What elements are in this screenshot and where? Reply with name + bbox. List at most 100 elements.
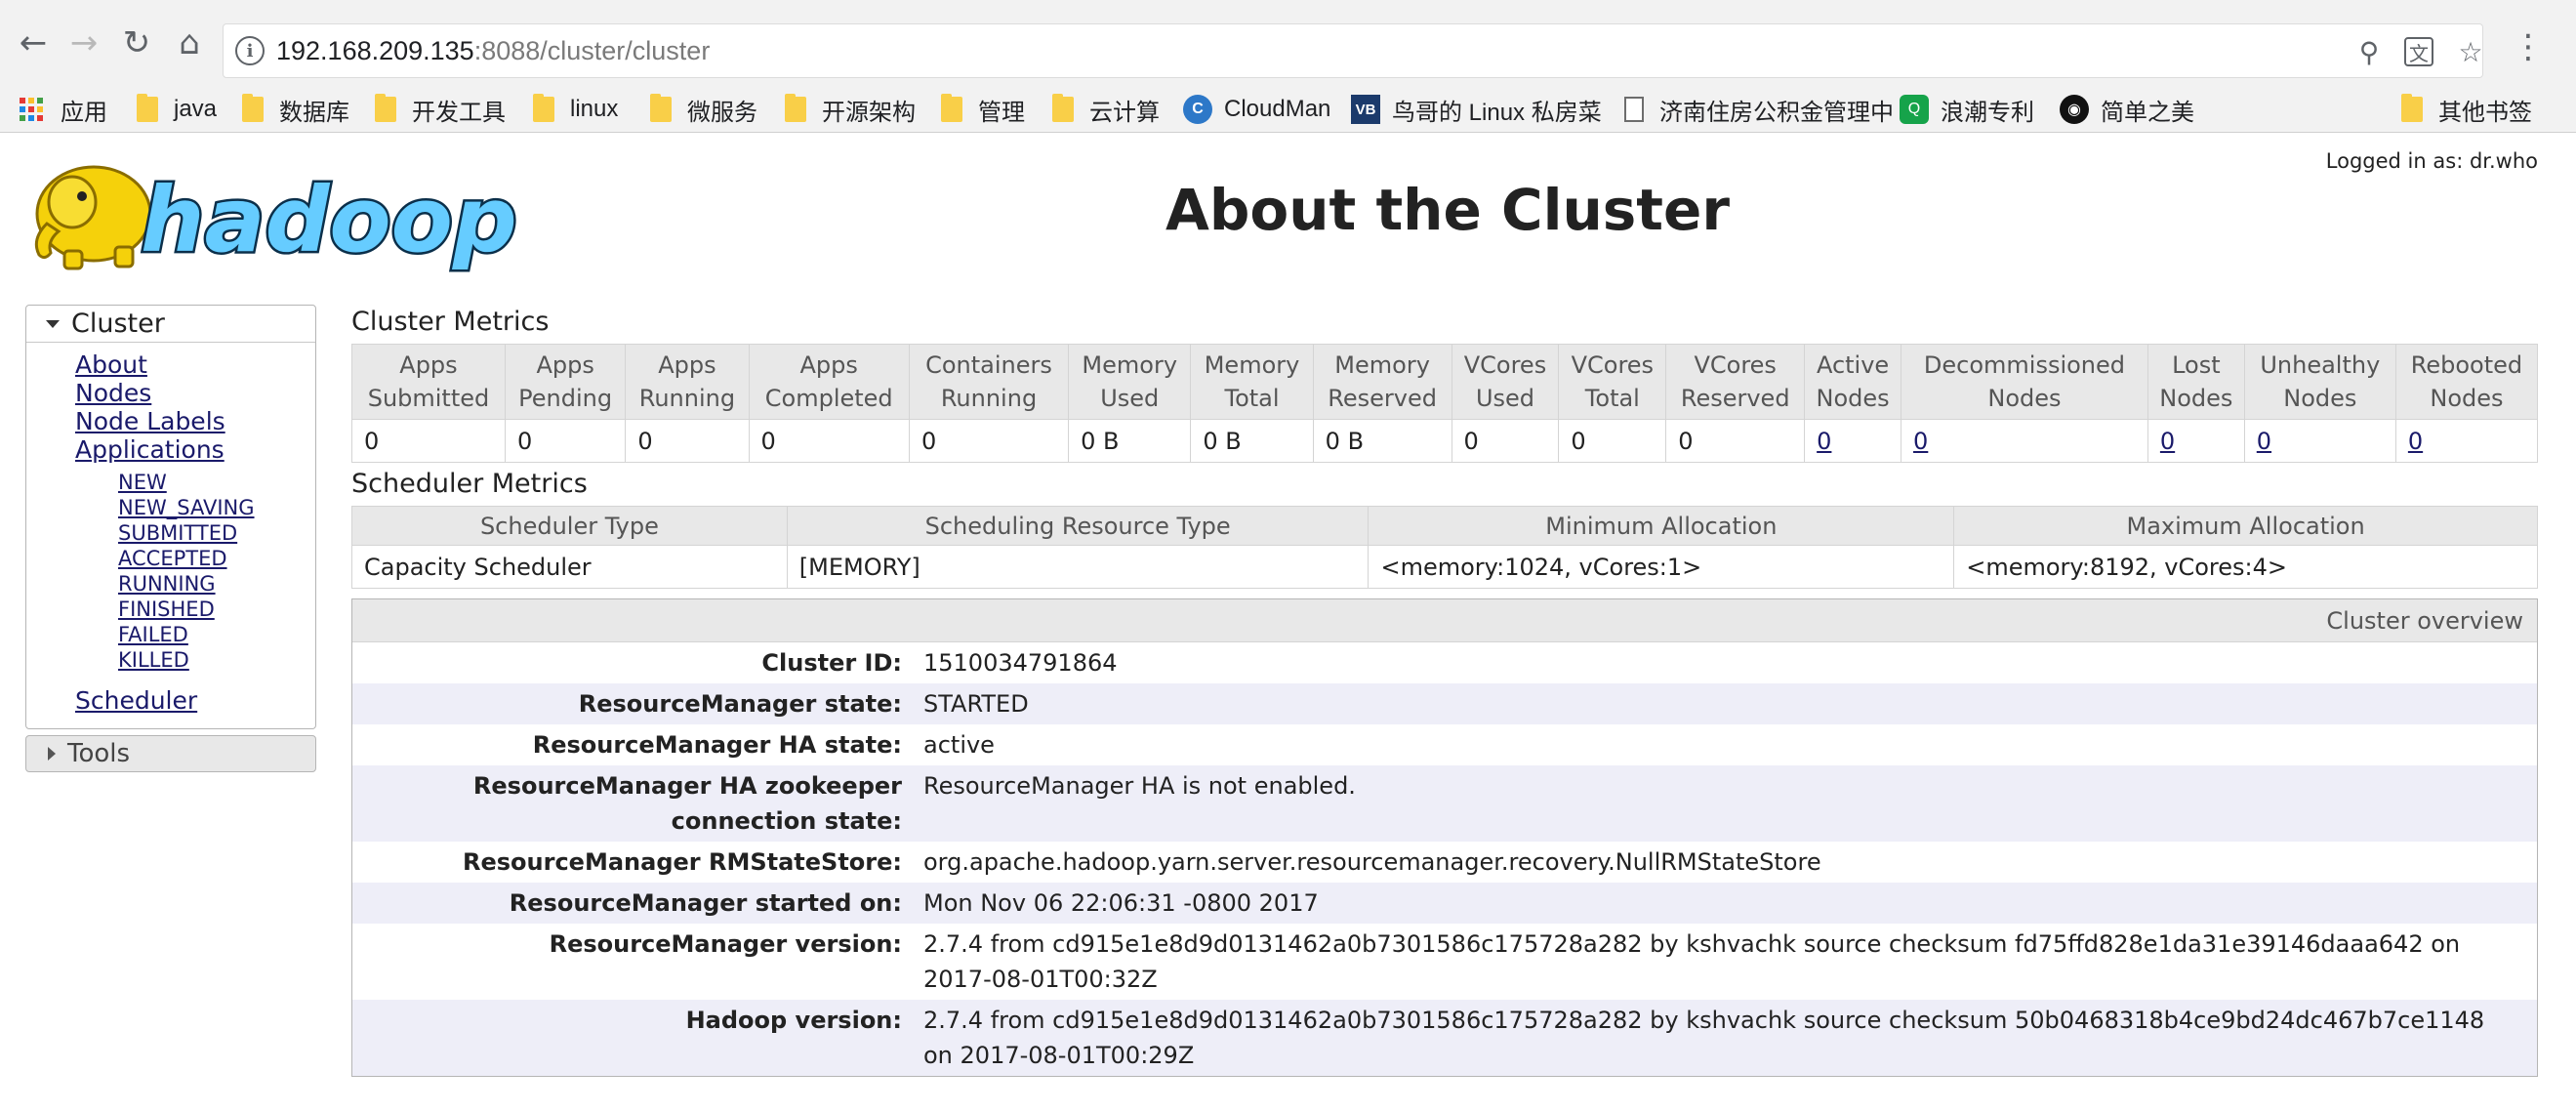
scheduler-type-header[interactable]: Scheduler Type <box>351 506 788 546</box>
back-arrow-icon[interactable]: ← <box>10 20 57 66</box>
metric-value-cell: 0 <box>2394 419 2539 463</box>
overview-key: ResourceManager started on: <box>509 889 902 917</box>
reload-icon[interactable]: ↻ <box>113 20 160 66</box>
bookmark-label: java <box>174 96 218 122</box>
folder-icon <box>137 94 158 122</box>
metric-header[interactable]: VCores Total <box>1558 344 1667 420</box>
metric-value-link[interactable]: 0 <box>2257 428 2271 455</box>
overview-value: 1510034791864 <box>923 649 1118 677</box>
app-state-accepted-link[interactable]: ACCEPTED <box>26 546 315 571</box>
bookmark-jinan-housing[interactable]: 济南住房公积金管理中 <box>1624 92 1894 127</box>
overview-row: ResourceManager state: STARTED <box>352 683 2537 724</box>
bookmark-vbird-linux[interactable]: VB 鸟哥的 Linux 私房菜 <box>1351 92 1602 127</box>
metric-value-cell: 0 <box>1804 419 1902 463</box>
metric-header-line2: Running <box>940 385 1038 412</box>
metric-header[interactable]: VCores Reserved <box>1665 344 1806 420</box>
forward-arrow-icon[interactable]: → <box>61 20 107 66</box>
bookmark-cloud-computing[interactable]: 云计算 <box>1052 92 1160 127</box>
metric-header[interactable]: Containers Running <box>908 344 1070 420</box>
app-state-failed-link[interactable]: FAILED <box>26 622 315 647</box>
metric-value-link[interactable]: 0 <box>1817 428 1831 455</box>
bookmark-simple-beauty[interactable]: ◉ 简单之美 <box>2060 92 2194 127</box>
bookmark-management[interactable]: 管理 <box>941 92 1025 127</box>
metric-header[interactable]: Decommissioned Nodes <box>1901 344 2148 420</box>
metric-value-cell: 0 <box>2147 419 2245 463</box>
metric-value-cell: 0 <box>1665 419 1806 463</box>
nav-applications-link[interactable]: Applications <box>26 435 315 464</box>
bookmark-label: 其他书签 <box>2438 99 2532 126</box>
metric-header[interactable]: Memory Used <box>1068 344 1192 420</box>
metric-header[interactable]: Active Nodes <box>1804 344 1902 420</box>
cluster-nav-list: About Nodes Node Labels Applications NEW… <box>26 343 315 728</box>
home-icon[interactable]: ⌂ <box>166 20 213 66</box>
bookmark-label: 应用 <box>61 99 107 126</box>
bookmark-cloudman[interactable]: C CloudMan <box>1183 92 1330 127</box>
metric-header-line1: Memory <box>1204 351 1300 379</box>
resource-type-header[interactable]: Scheduling Resource Type <box>786 506 1370 546</box>
metric-value-link[interactable]: 0 <box>1913 428 1928 455</box>
tools-toggle[interactable]: Tools <box>25 735 316 772</box>
app-state-new-link[interactable]: NEW <box>26 470 315 495</box>
bookmark-inspur-patent[interactable]: Q 浪潮专利 <box>1900 92 2034 127</box>
overview-key: ResourceManager version: <box>549 930 902 958</box>
address-bar[interactable]: i 192.168.209.135:8088/cluster/cluster ⚲… <box>223 23 2483 78</box>
url-text[interactable]: 192.168.209.135:8088/cluster/cluster <box>276 36 710 66</box>
metric-header-line2: Pending <box>518 385 613 412</box>
metric-header-line2: Nodes <box>2159 385 2233 412</box>
app-state-finished-link[interactable]: FINISHED <box>26 597 315 622</box>
metric-header[interactable]: VCores Used <box>1451 344 1560 420</box>
bookmark-dev-tools[interactable]: 开发工具 <box>375 92 506 127</box>
min-allocation-header[interactable]: Minimum Allocation <box>1368 506 1955 546</box>
nav-scheduler-link[interactable]: Scheduler <box>26 686 315 715</box>
bookmark-java[interactable]: java <box>137 92 217 127</box>
metric-value-cell: 0 <box>1451 419 1560 463</box>
logo-wordmark: hadoop <box>141 168 517 272</box>
hadoop-logo[interactable]: hadoop <box>25 145 533 272</box>
translate-icon[interactable]: 文 <box>2404 37 2433 66</box>
overview-key: ResourceManager HA state: <box>532 731 902 759</box>
bookmark-apps[interactable]: 应用 <box>20 92 107 127</box>
metric-header[interactable]: Rebooted Nodes <box>2394 344 2539 420</box>
metric-header[interactable]: Apps Running <box>625 344 750 420</box>
site-info-icon[interactable]: i <box>235 36 265 65</box>
zoom-icon[interactable]: ⚲ <box>2353 36 2385 68</box>
metric-header[interactable]: Apps Completed <box>748 344 910 420</box>
patent-icon: Q <box>1900 95 1929 124</box>
browser-menu-icon[interactable]: ⋮ <box>2512 27 2545 66</box>
bookmark-linux[interactable]: linux <box>533 92 618 127</box>
app-state-submitted-link[interactable]: SUBMITTED <box>26 520 315 546</box>
bookmark-microservices[interactable]: 微服务 <box>650 92 757 127</box>
metric-value-link[interactable]: 0 <box>2408 428 2423 455</box>
nav-about-link[interactable]: About <box>26 350 315 379</box>
scheduler-metrics-table: Scheduler Type Scheduling Resource Type … <box>351 506 2538 589</box>
bookmark-label: 微服务 <box>687 99 757 126</box>
bookmark-label: 鸟哥的 Linux 私房菜 <box>1392 99 1602 126</box>
metric-header-line1: Lost <box>2172 351 2221 379</box>
bookmark-label: 开源架构 <box>822 99 916 126</box>
nav-nodes-link[interactable]: Nodes <box>26 379 315 407</box>
logged-in-status: Logged in as: dr.who <box>2325 149 2538 173</box>
metric-header[interactable]: Lost Nodes <box>2147 344 2245 420</box>
app-state-killed-link[interactable]: KILLED <box>26 647 315 673</box>
metric-header[interactable]: Apps Submitted <box>351 344 506 420</box>
bookmark-star-icon[interactable]: ☆ <box>2455 36 2486 68</box>
metric-header[interactable]: Memory Reserved <box>1312 344 1452 420</box>
bookmark-label: 云计算 <box>1089 99 1160 126</box>
metric-header[interactable]: Apps Pending <box>504 344 627 420</box>
max-allocation-header[interactable]: Maximum Allocation <box>1953 506 2538 546</box>
metric-header-line1: VCores <box>1463 351 1547 379</box>
metric-value-cell: 0 B <box>1190 419 1314 463</box>
metric-header[interactable]: Unhealthy Nodes <box>2243 344 2396 420</box>
nav-node-labels-link[interactable]: Node Labels <box>26 407 315 435</box>
cluster-toggle[interactable]: Cluster <box>26 306 315 343</box>
app-state-new-saving-link[interactable]: NEW_SAVING <box>26 495 315 520</box>
bookmark-database[interactable]: 数据库 <box>242 92 349 127</box>
overview-row: ResourceManager started on: Mon Nov 06 22… <box>352 883 2537 924</box>
metric-value-link[interactable]: 0 <box>2160 428 2175 455</box>
bookmark-open-source-arch[interactable]: 开源架构 <box>785 92 916 127</box>
app-state-running-link[interactable]: RUNNING <box>26 571 315 597</box>
overview-value: 2.7.4 from cd915e1e8d9d0131462a0b7301586… <box>923 1007 2485 1069</box>
bookmark-other[interactable]: 其他书签 <box>2401 92 2532 127</box>
cloudman-icon: C <box>1183 95 1212 124</box>
metric-header[interactable]: Memory Total <box>1190 344 1314 420</box>
